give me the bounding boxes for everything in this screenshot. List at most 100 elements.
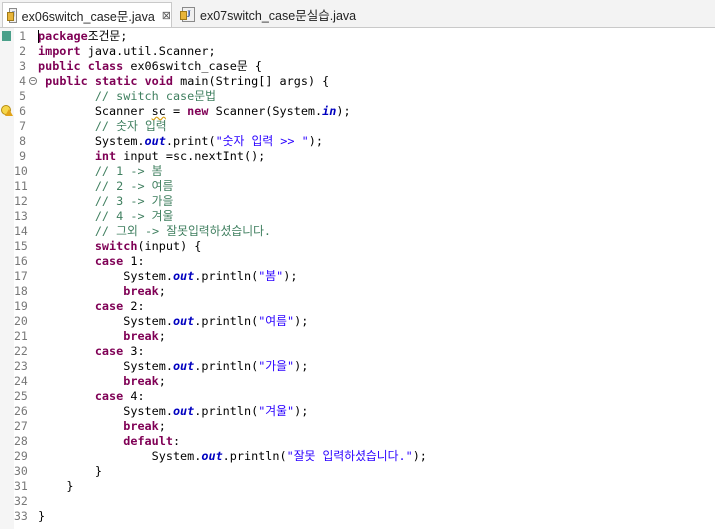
code-text[interactable]: Scanner sc = new Scanner(System.in); <box>38 104 351 119</box>
code-token: (input) { <box>137 239 202 253</box>
code-line: 25 case 4: <box>0 389 715 404</box>
line-number: 25 <box>14 389 28 403</box>
code-text[interactable]: // switch case문법 <box>38 89 216 104</box>
code-token: public <box>38 59 81 73</box>
code-text[interactable]: int input =sc.nextInt(); <box>38 149 265 164</box>
code-line: 26 System.out.println("겨울"); <box>0 404 715 419</box>
code-line: 23 System.out.println("가을"); <box>0 359 715 374</box>
code-token: // 4 -> 겨울 <box>94 209 174 223</box>
line-number: 8 <box>19 134 26 148</box>
line-number: 5 <box>19 89 26 103</box>
warning-icon[interactable] <box>1 105 13 117</box>
tab-ex06switch-case[interactable]: J ex06switch_case문.java ⊠ <box>2 2 172 27</box>
code-token: "숫자 입력 >> " <box>215 134 309 148</box>
code-line: 21 break; <box>0 329 715 344</box>
code-text[interactable]: break; <box>38 329 166 344</box>
code-text[interactable]: public static void main(String[] args) { <box>38 74 329 89</box>
code-text[interactable]: package조건문; <box>38 29 127 44</box>
code-line: 22 case 3: <box>0 344 715 359</box>
code-token: ); <box>294 359 309 373</box>
code-token: ex06switch_case문 { <box>123 59 262 73</box>
code-text[interactable]: } <box>38 464 102 479</box>
code-text[interactable]: break; <box>38 374 166 389</box>
line-number: 31 <box>14 479 28 493</box>
code-text[interactable]: } <box>38 509 45 524</box>
code-token: import <box>38 44 81 58</box>
close-tab-icon[interactable]: ⊠ <box>162 9 171 22</box>
code-text[interactable]: public class ex06switch_case문 { <box>38 59 262 74</box>
code-token: : <box>172 434 181 448</box>
code-token: default <box>123 434 173 448</box>
code-text[interactable]: System.out.print("숫자 입력 >> "); <box>38 134 323 149</box>
code-text[interactable]: import java.util.Scanner; <box>38 44 216 59</box>
line-number: 30 <box>14 464 28 478</box>
code-text[interactable]: // 3 -> 가을 <box>38 194 174 209</box>
code-text[interactable]: default: <box>38 434 180 449</box>
code-token: java.util.Scanner; <box>80 44 216 58</box>
code-token: ; <box>158 284 166 298</box>
code-token: .println( <box>222 449 287 463</box>
code-line: 4− public static void main(String[] args… <box>0 74 715 89</box>
line-number: 24 <box>14 374 28 388</box>
code-text[interactable]: System.out.println("가을"); <box>38 359 308 374</box>
code-text[interactable]: } <box>38 479 74 494</box>
code-token: switch <box>94 239 138 253</box>
code-line: 28 default: <box>0 434 715 449</box>
code-token: break <box>123 329 159 343</box>
line-number: 23 <box>14 359 28 373</box>
code-text[interactable]: System.out.println("잘못 입력하셨습니다."); <box>38 449 427 464</box>
java-file-icon: J <box>180 7 195 22</box>
code-text[interactable]: case 3: <box>38 344 145 359</box>
line-number: 27 <box>14 419 28 433</box>
code-text[interactable]: break; <box>38 284 166 299</box>
code-token: } <box>38 479 74 493</box>
code-token: ); <box>283 269 298 283</box>
fold-toggle-icon[interactable]: − <box>29 77 37 85</box>
code-text[interactable]: case 1: <box>38 254 145 269</box>
code-token: 1: <box>123 254 145 268</box>
code-text[interactable]: // 1 -> 봄 <box>38 164 163 179</box>
code-token: ); <box>336 104 351 118</box>
line-number: 2 <box>19 44 26 58</box>
code-token: .println( <box>194 404 259 418</box>
code-token: // 숫자 입력 <box>94 119 167 133</box>
code-text[interactable]: // 2 -> 여름 <box>38 179 174 194</box>
code-token: // switch case문법 <box>94 89 216 103</box>
code-token: static <box>94 74 138 88</box>
tab-ex07switch-case-practice[interactable]: J ex07switch_case문실습.java <box>176 2 366 27</box>
code-text[interactable]: case 2: <box>38 299 145 314</box>
line-number: 29 <box>14 449 28 463</box>
code-text[interactable]: break; <box>38 419 166 434</box>
code-text[interactable]: // 4 -> 겨울 <box>38 209 174 224</box>
code-token: void <box>144 74 173 88</box>
code-token: ); <box>294 404 309 418</box>
code-line: 11 // 2 -> 여름 <box>0 179 715 194</box>
bookmark-icon[interactable] <box>2 31 11 41</box>
code-text[interactable]: System.out.println("여름"); <box>38 314 308 329</box>
code-token: ; <box>158 419 166 433</box>
code-text[interactable]: System.out.println("봄"); <box>38 269 297 284</box>
code-text[interactable]: // 그외 -> 잘못입력하셨습니다. <box>38 224 271 239</box>
code-editor[interactable]: 1 package조건문; 2 import java.util.Scanner; 3 p… <box>0 28 715 529</box>
code-token: "겨울" <box>258 404 295 418</box>
code-text[interactable]: System.out.println("겨울"); <box>38 404 308 419</box>
line-number: 33 <box>14 509 28 523</box>
code-token: case <box>94 389 124 403</box>
line-number: 14 <box>14 224 28 238</box>
code-token: .println( <box>194 359 259 373</box>
code-token: .print( <box>165 134 216 148</box>
code-token: input =sc.nextInt(); <box>116 149 266 163</box>
code-text[interactable]: // 숫자 입력 <box>38 119 167 134</box>
code-text[interactable]: switch(input) { <box>38 239 202 254</box>
code-text[interactable]: case 4: <box>38 389 145 404</box>
code-token: public <box>45 74 88 88</box>
